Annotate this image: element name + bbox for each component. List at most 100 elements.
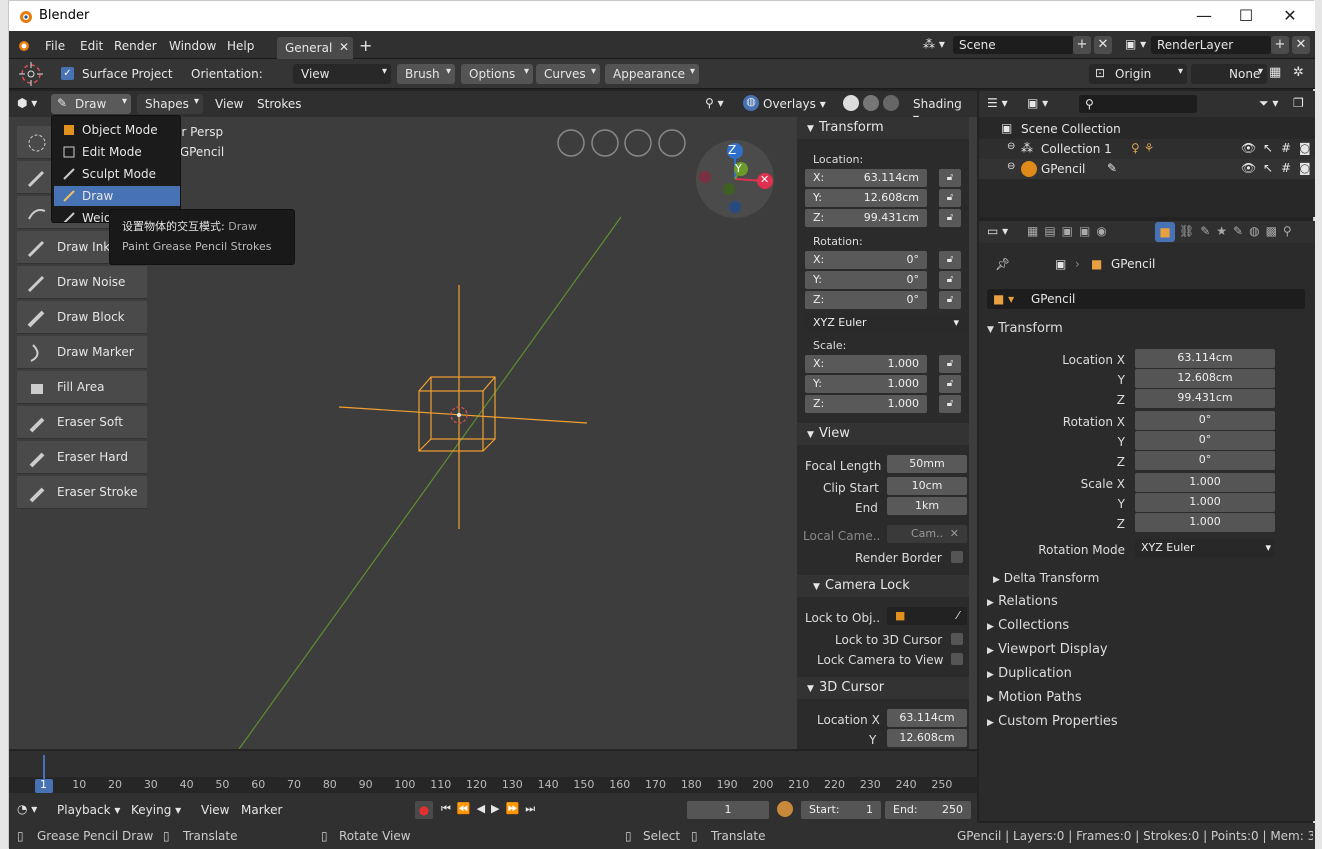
surface-project-checkbox[interactable]: ✓ [61, 67, 74, 80]
blender-menu-icon[interactable] [15, 37, 31, 53]
add-workspace-icon[interactable]: + [359, 36, 372, 55]
transform-panel-header[interactable]: ▼ Transform [797, 117, 969, 139]
lock-to-object-field[interactable]: ■ ⁄ [887, 607, 967, 625]
focal-length-field[interactable]: 50mm [887, 455, 967, 473]
expand-icon[interactable]: ⊖ [1007, 161, 1015, 172]
eye-icon[interactable]: 👁︎ [1241, 161, 1256, 175]
start-frame-field[interactable]: Start: 1 [801, 801, 881, 819]
select-icon[interactable]: ↖ [1263, 141, 1273, 155]
properties-editor-icon[interactable]: ▭ ▾ [987, 224, 1008, 238]
timeline-view-menu[interactable]: View [193, 800, 237, 820]
section-collections[interactable]: ▶ Collections [987, 618, 1069, 633]
select-icon[interactable]: ↖ [1263, 161, 1273, 175]
prop-location-y-field[interactable]: 12.608cm [1135, 369, 1275, 388]
timeline-editor-icon[interactable]: ◔ ▾ [17, 802, 37, 816]
outliner-row-gpencil[interactable]: ⊖ GPencil ✎ 👁︎ ↖ # ◙ [979, 159, 1315, 179]
lock-icon[interactable]: 🔓︎ [939, 395, 961, 413]
preview-range-icon[interactable] [777, 801, 793, 817]
remove-scene-icon[interactable]: ✕ [1094, 36, 1112, 54]
prop-location-x-field[interactable]: 63.114cm [1135, 349, 1275, 368]
location-z-field[interactable]: Z: 99.431cm [805, 209, 927, 227]
material-shading-icon[interactable] [863, 95, 879, 111]
remove-render-layer-icon[interactable]: ✕ [1292, 36, 1310, 54]
minimize-icon[interactable]: — [1193, 5, 1215, 27]
menu-item-object-mode[interactable]: Object Mode [54, 120, 180, 140]
brush-dropdown[interactable]: Brush ▾ [397, 64, 455, 84]
gizmo-z-label[interactable]: Z [728, 143, 736, 157]
lock-icon[interactable]: 🔓︎ [939, 189, 961, 207]
timeline-ruler[interactable]: 1 10 20 30 40 50 60 70 80 90 100 110 120 130 140 150 160… [9, 777, 977, 793]
gizmo-y-label[interactable]: Y [735, 162, 742, 175]
section-viewport-display[interactable]: ▶ Viewport Display [987, 642, 1108, 657]
solid-shading-icon[interactable] [843, 95, 859, 111]
transform-section-header[interactable]: ▼ Transform [987, 321, 1063, 336]
settings-gear-icon[interactable]: ✲ [1293, 65, 1304, 80]
lock-icon[interactable]: 🔓︎ [939, 375, 961, 393]
prop-rotation-z-field[interactable]: 0° [1135, 451, 1275, 470]
menu-window[interactable]: Window [169, 39, 216, 53]
menu-item-sculpt-mode[interactable]: Sculpt Mode [54, 164, 180, 184]
gizmo-x-icon[interactable]: ✕ [760, 173, 769, 186]
filter-icon[interactable]: ⏷ ▾ [1259, 96, 1278, 111]
timeline[interactable]: 1 10 20 30 40 50 60 70 80 90 100 110 120 130 140 150 160… [9, 751, 977, 823]
eyedropper-icon[interactable]: ⁄ [957, 609, 959, 622]
playback-controls-icon[interactable]: ⏮⏪◀▶⏩⏭ [441, 802, 541, 816]
lock-icon[interactable]: 🔓︎ [939, 169, 961, 187]
local-camera-field[interactable]: Cam.. ✕ [887, 525, 967, 543]
overlays-dropdown[interactable]: Overlays ▾ [763, 94, 834, 114]
camera-lock-header[interactable]: ▼ Camera Lock [797, 575, 969, 597]
location-y-field[interactable]: Y: 12.608cm [805, 189, 927, 207]
tool-draw-marker[interactable]: Draw Marker [17, 336, 147, 369]
menu-item-draw[interactable]: Draw [54, 186, 180, 206]
curves-dropdown[interactable]: Curves ▾ [536, 64, 600, 84]
lock-icon[interactable]: 🔓︎ [939, 355, 961, 373]
section-motion-paths[interactable]: ▶ Motion Paths [987, 690, 1082, 705]
menu-help[interactable]: Help [227, 39, 254, 53]
lock-icon[interactable]: 🔓︎ [939, 209, 961, 227]
prop-rotation-mode-dropdown[interactable]: XYZ Euler ▾ [1135, 539, 1275, 558]
prop-scale-x-field[interactable]: 1.000 [1135, 473, 1275, 492]
view-menu[interactable]: View [207, 94, 251, 114]
grid-icon[interactable]: # [1281, 161, 1291, 175]
object-properties-tab[interactable]: ■ [1155, 222, 1175, 242]
cursor-location-y-field[interactable]: 12.608cm [887, 729, 967, 747]
prop-location-z-field[interactable]: 99.431cm [1135, 389, 1275, 408]
grid-snap-icon[interactable]: ▦ [1269, 65, 1281, 80]
pin-icon[interactable]: 📌︎ [995, 257, 1010, 271]
delta-transform-header[interactable]: ▶ Delta Transform [993, 571, 1099, 585]
scale-y-field[interactable]: Y: 1.000 [805, 375, 927, 393]
maximize-icon[interactable]: ☐ [1235, 5, 1257, 27]
appearance-dropdown[interactable]: Appearance ▾ [605, 64, 699, 84]
section-custom-properties[interactable]: ▶ Custom Properties [987, 714, 1118, 729]
menu-render[interactable]: Render [114, 39, 157, 53]
tool-draw-noise[interactable]: Draw Noise [17, 266, 147, 299]
gizmo-toggle-icon[interactable]: ⚲ ▾ [705, 96, 724, 110]
scene-browse-icon[interactable]: ⁂ ▾ [923, 37, 945, 51]
expand-icon[interactable]: ⊖ [1007, 141, 1015, 152]
location-x-field[interactable]: X: 63.114cm [805, 169, 927, 187]
current-frame-field[interactable]: 1 [687, 801, 769, 819]
prop-rotation-y-field[interactable]: 0° [1135, 431, 1275, 450]
mode-dropdown[interactable]: ✎ Draw ▾ [51, 94, 131, 114]
prop-scale-z-field[interactable]: 1.000 [1135, 513, 1275, 532]
menu-item-edit-mode[interactable]: Edit Mode [54, 142, 180, 162]
render-layer-field[interactable]: RenderLayer [1151, 36, 1271, 54]
render-layer-icon[interactable]: ▣ ▾ [1125, 37, 1146, 51]
clip-start-field[interactable]: 10cm [887, 477, 967, 495]
render-icon[interactable]: ◙ [1299, 141, 1311, 155]
rotation-mode-dropdown[interactable]: XYZ Euler ▾ [805, 314, 967, 332]
section-relations[interactable]: ▶ Relations [987, 594, 1058, 609]
rotation-y-field[interactable]: Y: 0° [805, 271, 927, 289]
view-panel-header[interactable]: ▼ View [797, 423, 969, 445]
outliner-row-scene-collection[interactable]: ▣ Scene Collection [979, 119, 1315, 139]
cursor-tool-icon[interactable] [19, 62, 43, 86]
shapes-menu[interactable]: Shapes ▾ [137, 94, 203, 114]
lock-icon[interactable]: 🔓︎ [939, 251, 961, 269]
prop-rotation-x-field[interactable]: 0° [1135, 411, 1275, 430]
add-render-layer-icon[interactable]: + [1271, 36, 1289, 54]
tool-draw-block[interactable]: Draw Block [17, 301, 147, 334]
workspace-tab-general[interactable]: General ✕ [277, 37, 353, 59]
scale-z-field[interactable]: Z: 1.000 [805, 395, 927, 413]
outliner-search-input[interactable]: ⚲ [1079, 95, 1197, 113]
grid-icon[interactable]: # [1281, 141, 1291, 155]
